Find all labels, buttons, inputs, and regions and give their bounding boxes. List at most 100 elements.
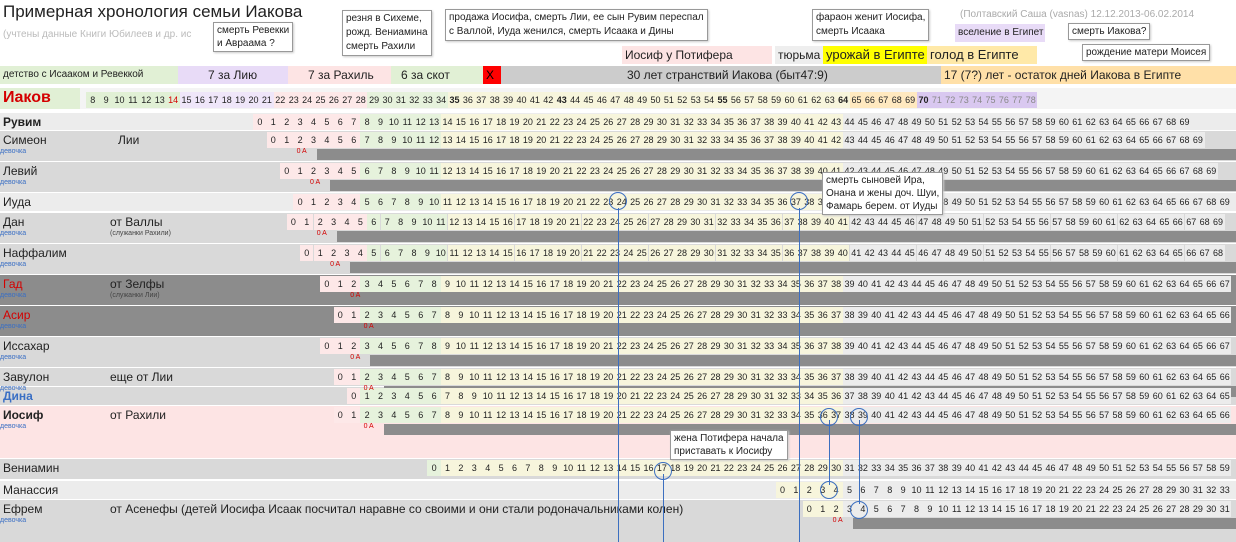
age-cell: 3 [340, 245, 354, 261]
age-cell: 22 [615, 338, 629, 354]
age-cell: 40 [789, 114, 803, 130]
age-cell: 56 [1003, 114, 1017, 130]
age-cell: 9 [440, 338, 455, 354]
age-cell: 11 [440, 194, 455, 210]
age-cell: 27 [641, 163, 656, 179]
age-cell: 19 [507, 114, 522, 130]
age-cell: 64 [1177, 338, 1192, 354]
jacob-age-cell: 54 [702, 92, 716, 108]
age-cell: 42 [816, 114, 830, 130]
age-cell: 68 [1204, 194, 1218, 210]
age-cell: 35 [802, 369, 816, 385]
age-cell: 14 [487, 245, 502, 261]
age-cell: 24 [1097, 482, 1111, 498]
age-cell: 23 [641, 369, 656, 385]
age-cell: 0 [266, 132, 280, 148]
age-cell: 1 [347, 369, 361, 385]
age-cell: 51 [1017, 369, 1031, 385]
row-name-issachar: Иссахар [3, 339, 50, 353]
age-cell: 45 [923, 338, 937, 354]
age-cell: 41 [883, 307, 897, 323]
age-cell: 1 [347, 407, 361, 423]
jacob-age-cell: 26 [327, 92, 341, 108]
age-cell: 42 [829, 132, 843, 148]
age-cell: 49 [990, 369, 1004, 385]
age-cell: 27 [648, 214, 662, 230]
age-cell: 29 [668, 163, 682, 179]
jacob-age-cell: 37 [474, 92, 488, 108]
age-cell: 51 [1003, 276, 1017, 292]
age-cell: 7 [347, 114, 361, 130]
age-cell: 7 [373, 163, 388, 179]
age-cell: 52 [1017, 276, 1031, 292]
age-cell: 46 [936, 276, 950, 292]
age-cell: 55 [1070, 407, 1084, 423]
age-cell: 50 [950, 163, 964, 179]
age-cell: 17 [1030, 501, 1044, 517]
age-cell: 62 [1164, 369, 1178, 385]
jacob-age-cell: 71 [930, 92, 944, 108]
age-cell: 7 [440, 388, 455, 404]
age-cell: 50 [990, 338, 1004, 354]
band-wander: 30 лет странствий Иакова (быт47:9) [501, 66, 941, 84]
age-cell: 2 [306, 163, 321, 179]
age-cell: 26 [1124, 482, 1138, 498]
age-cell: 65 [1124, 114, 1138, 130]
age-cell: 8 [427, 338, 441, 354]
age-cell: 20 [615, 388, 629, 404]
age-cell: 22 [628, 407, 642, 423]
jacob-age-cell: 72 [943, 92, 957, 108]
age-cell: 49 [990, 307, 1004, 323]
jacob-age-cell: 21 [260, 92, 274, 108]
jacob-age-cell: 13 [153, 92, 167, 108]
age-cell: 26 [775, 460, 790, 476]
row-name-zebulun: Завулон [3, 370, 50, 384]
age-cell: 32 [728, 245, 743, 261]
age-cell: 67 [1184, 214, 1198, 230]
age-cell: 9 [548, 460, 562, 476]
age-cell: 20 [521, 114, 535, 130]
age-cell: 23 [655, 388, 669, 404]
age-cell: 40 [802, 132, 816, 148]
age-cell: 54 [1003, 163, 1017, 179]
age-cell: 50 [970, 245, 984, 261]
age-cell: 0 [280, 163, 294, 179]
age-cell: 33 [869, 460, 883, 476]
age-cell: 20 [561, 194, 575, 210]
age-cell: 63 [1124, 163, 1138, 179]
age-cell: 11 [481, 307, 495, 323]
age-cell: 43 [909, 407, 924, 423]
age-cell: 5 [367, 245, 381, 261]
age-cell: 44 [889, 245, 904, 261]
age-cell: 44 [923, 407, 937, 423]
age-cell: 62 [1097, 132, 1111, 148]
age-cell: 7 [414, 338, 428, 354]
age-cell: 63 [1097, 114, 1111, 130]
age-cell: 3 [320, 163, 334, 179]
age-cell: 24 [1124, 501, 1138, 517]
age-cell: 62 [1164, 407, 1178, 423]
jacob-age-cell: 19 [233, 92, 247, 108]
row-note2-gad: (служанки Лии) [110, 292, 160, 299]
age-cell: 1 [300, 214, 314, 230]
age-cell: 1 [266, 114, 280, 130]
age-cell: 53 [990, 163, 1004, 179]
age-cell: 18 [561, 338, 575, 354]
age-cell: 23 [1084, 482, 1098, 498]
age-cell: 28 [708, 369, 723, 385]
age-cell: 47 [929, 245, 944, 261]
age-cell: 38 [842, 307, 857, 323]
age-cell: 11 [467, 338, 481, 354]
row-name-joseph: Иосиф [3, 408, 44, 422]
age-cell: 17 [574, 388, 589, 404]
age-cell: 62 [1124, 194, 1138, 210]
age-cell: 24 [655, 407, 669, 423]
age-cell: 65 [1164, 194, 1178, 210]
age-cell: 2 [802, 482, 816, 498]
row-name-ephraim: Ефрем [3, 502, 43, 516]
age-cell: 64 [1110, 114, 1125, 130]
age-cell: 18 [574, 407, 589, 423]
age-cell: 35 [769, 245, 783, 261]
age-cell: 62 [1130, 245, 1145, 261]
age-cell: 25 [655, 276, 669, 292]
